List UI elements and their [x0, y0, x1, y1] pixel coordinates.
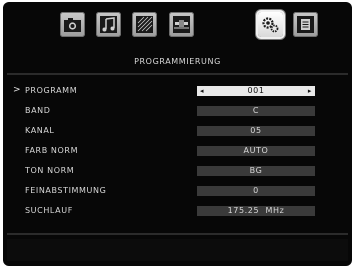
setting-label: BAND — [25, 106, 51, 115]
arrow-left-icon[interactable]: ◂ — [200, 86, 204, 96]
menu-title: PROGRAMMIERUNG — [134, 57, 221, 66]
setting-label: PROGRAMM — [25, 86, 78, 95]
setting-value[interactable]: 05 — [197, 126, 315, 136]
setting-row-farb-norm[interactable]: FARB NORM AUTO — [3, 143, 352, 163]
tab-feature[interactable] — [132, 12, 157, 37]
camera-icon — [64, 18, 81, 32]
setting-row-feinabstimmung[interactable]: FEINABSTIMMUNG 0 — [3, 183, 352, 203]
setting-value[interactable]: 175.25 MHz — [197, 206, 315, 216]
footer-bar — [7, 239, 348, 261]
cable-icon — [173, 16, 190, 33]
tab-connection[interactable] — [169, 12, 194, 37]
arrow-right-icon[interactable]: ▸ — [308, 86, 312, 96]
selection-cursor: > — [13, 85, 21, 95]
setting-value-text: 001 — [247, 86, 265, 95]
tab-setup[interactable] — [258, 12, 283, 37]
setting-row-suchlauf[interactable]: SUCHLAUF 175.25 MHz — [3, 203, 352, 223]
stripes-icon — [136, 16, 153, 33]
music-note-icon — [100, 16, 117, 33]
setting-label: SUCHLAUF — [25, 206, 73, 215]
setting-label: TON NORM — [25, 166, 75, 175]
setting-label: FEINABSTIMMUNG — [25, 186, 107, 195]
setting-label: KANAL — [25, 126, 55, 135]
setting-row-programm[interactable]: > PROGRAMM ◂ 001 ▸ — [3, 83, 352, 103]
divider — [7, 233, 348, 235]
setting-value[interactable]: BG — [197, 166, 315, 176]
setting-row-kanal[interactable]: KANAL 05 — [3, 123, 352, 143]
tab-picture[interactable] — [60, 12, 85, 37]
menu-tab-bar — [3, 8, 352, 44]
divider — [7, 73, 348, 75]
gear-icon — [262, 17, 279, 33]
tab-info[interactable] — [293, 12, 318, 37]
setting-value-selected[interactable]: ◂ 001 ▸ — [197, 86, 315, 96]
setting-value[interactable]: AUTO — [197, 146, 315, 156]
tab-sound[interactable] — [96, 12, 121, 37]
setting-value[interactable]: C — [197, 106, 315, 116]
document-icon — [297, 16, 314, 33]
setting-row-band[interactable]: BAND C — [3, 103, 352, 123]
settings-list: > PROGRAMM ◂ 001 ▸ BAND C KANAL 05 FARB … — [3, 83, 352, 223]
setting-label: FARB NORM — [25, 146, 79, 155]
setting-row-ton-norm[interactable]: TON NORM BG — [3, 163, 352, 183]
setting-value[interactable]: 0 — [197, 186, 315, 196]
tv-menu-screen: PROGRAMMIERUNG > PROGRAMM ◂ 001 ▸ BAND C… — [3, 2, 352, 266]
